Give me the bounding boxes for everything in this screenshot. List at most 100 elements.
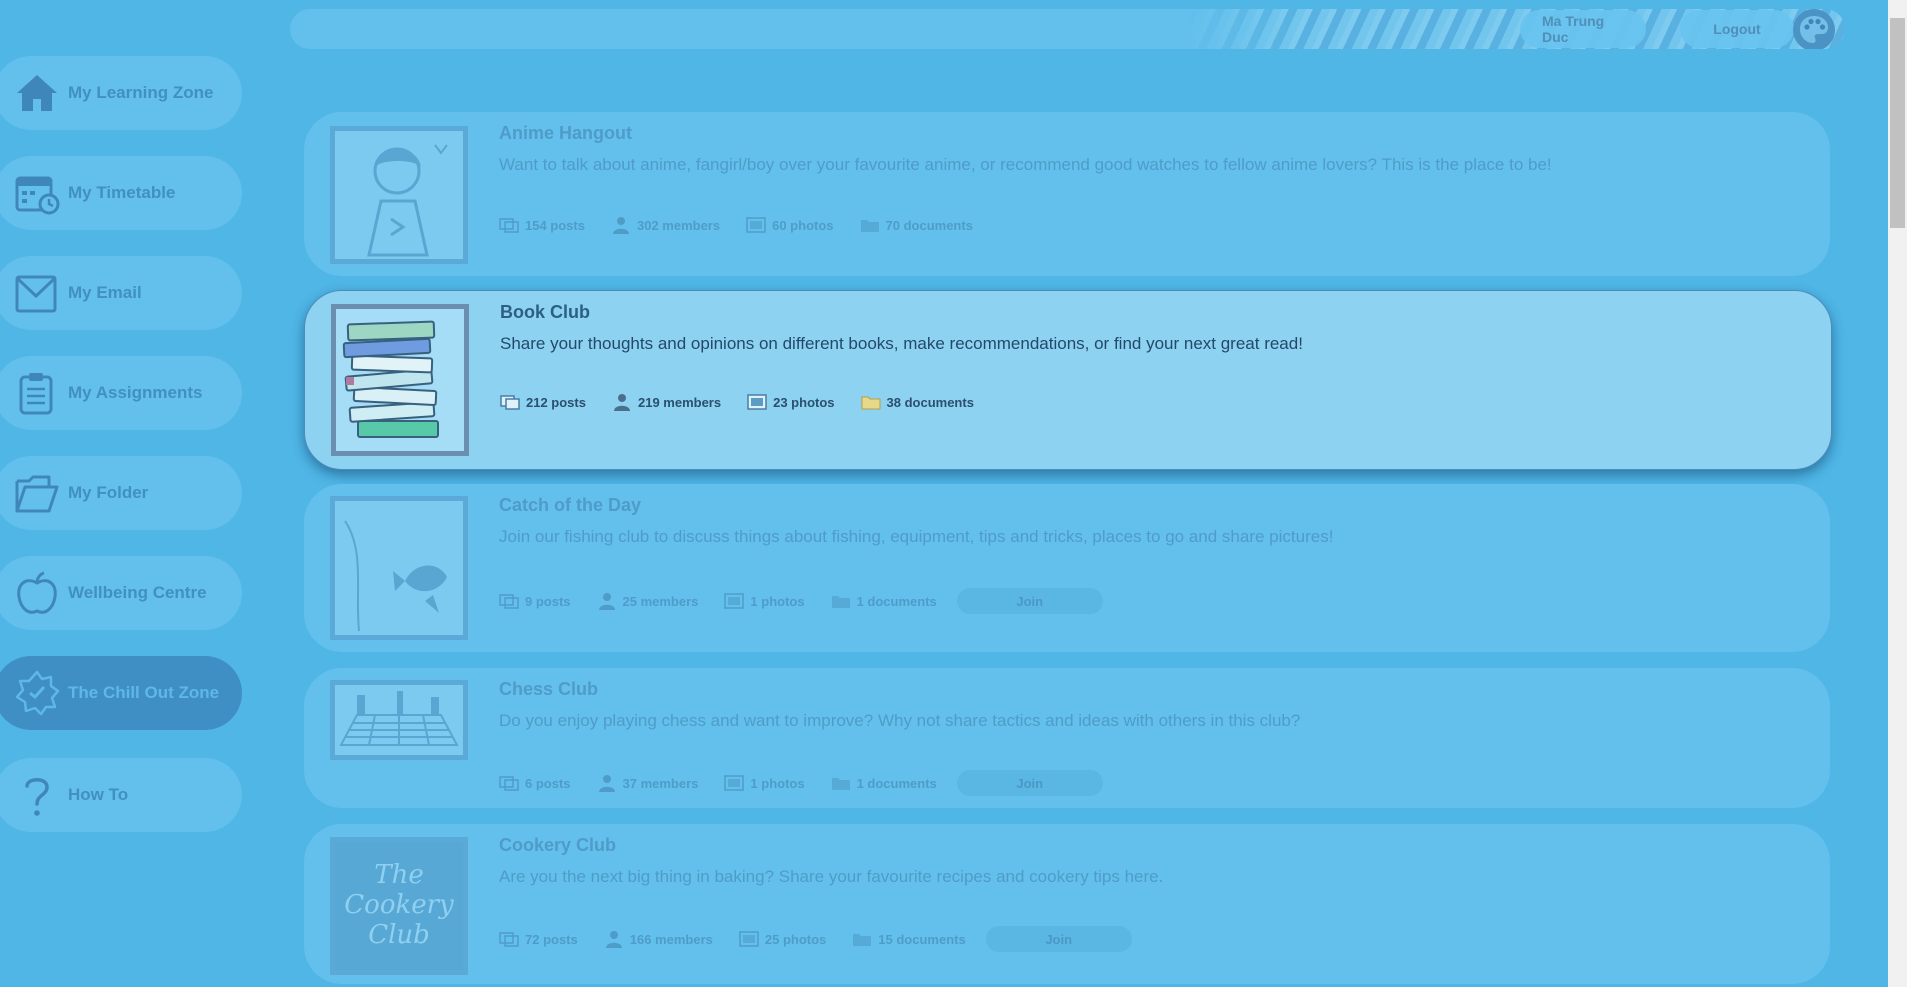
group-stats: 72 posts 166 members 25 photos 15 docume… (499, 926, 1132, 952)
photos-count: 23 photos (773, 394, 835, 410)
sidebar-item-wellbeing-centre[interactable]: Wellbeing Centre (0, 556, 242, 630)
photos-stat: 60 photos (746, 216, 834, 234)
photos-count: 1 photos (750, 775, 805, 791)
join-button[interactable]: Join (956, 588, 1103, 614)
home-icon (10, 66, 64, 120)
photos-stat: 25 photos (739, 930, 826, 948)
photos-count: 60 photos (772, 217, 834, 233)
documents-count: 1 documents (856, 593, 937, 609)
posts-icon (499, 218, 519, 233)
members-count: 166 members (629, 931, 713, 947)
user-name-button[interactable]: Ma Trung Duc (1520, 10, 1646, 48)
scrollbar-track[interactable] (1888, 0, 1907, 987)
join-button[interactable]: Join (985, 926, 1132, 952)
members-count: 219 members (637, 394, 722, 410)
documents-stat: 38 documents (861, 393, 974, 411)
posts-icon (499, 932, 519, 947)
person-icon (613, 394, 630, 411)
photo-icon (739, 931, 759, 947)
members-stat: 37 members (597, 774, 698, 792)
sidebar-item-my-email[interactable]: My Email (0, 256, 242, 330)
folder-icon (10, 466, 64, 520)
photos-stat: 23 photos (747, 393, 835, 411)
group-card[interactable]: Anime Hangout Want to talk about anime, … (304, 112, 1830, 276)
document-folder-icon (831, 596, 850, 608)
members-stat: 166 members (604, 930, 713, 948)
members-stat: 219 members (612, 393, 721, 411)
thumb-text: The (374, 860, 424, 891)
photo-icon (724, 775, 745, 791)
posts-count: 72 posts (525, 931, 578, 947)
logout-button[interactable]: Logout (1680, 10, 1794, 48)
group-description: Are you the next big thing in baking? Sh… (499, 867, 1164, 886)
document-folder-icon (853, 934, 872, 946)
scrollbar-thumb[interactable] (1890, 18, 1905, 228)
sidebar-item-how-to[interactable]: How To (0, 758, 242, 832)
group-description: Join our fishing club to discuss things … (499, 527, 1334, 546)
group-card[interactable]: Chess Club Do you enjoy playing chess an… (304, 668, 1830, 808)
envelope-icon (10, 266, 64, 320)
posts-count: 6 posts (525, 775, 571, 791)
group-stats: 6 posts 37 members 1 photos 1 documents … (499, 770, 1103, 796)
sidebar-item-the-chill-out-zone[interactable]: The Chill Out Zone (0, 656, 242, 730)
photos-stat: 1 photos (724, 592, 805, 610)
group-card[interactable]: Book Club Share your thoughts and opinio… (304, 290, 1832, 470)
sidebar-item-my-folder[interactable]: My Folder (0, 456, 242, 530)
group-title[interactable]: Book Club (500, 302, 590, 323)
sidebar-item-label: My Assignments (68, 383, 203, 402)
sidebar-item-my-timetable[interactable]: My Timetable (0, 156, 242, 230)
thumb-text: Cookery (344, 890, 454, 921)
person-icon (612, 217, 629, 234)
sidebar-item-label: My Folder (68, 483, 149, 502)
clipboard-icon (10, 366, 64, 420)
person-icon (598, 593, 615, 610)
document-folder-icon (861, 396, 881, 410)
photos-count: 1 photos (750, 593, 805, 609)
group-description: Want to talk about anime, fangirl/boy ov… (499, 155, 1552, 174)
sidebar-item-my-assignments[interactable]: My Assignments (0, 356, 242, 430)
members-count: 302 members (636, 217, 721, 233)
posts-stat: 9 posts (499, 592, 571, 610)
posts-icon (499, 594, 519, 609)
thumb-text: Club (368, 919, 430, 950)
photo-icon (747, 394, 767, 410)
sidebar-item-label: The Chill Out Zone (68, 683, 220, 702)
documents-count: 15 documents (878, 931, 966, 947)
photos-count: 25 photos (764, 931, 827, 947)
sidebar-item-label: My Learning Zone (68, 83, 214, 102)
group-card[interactable]: The Cookery Club Cookery Club Are you th… (304, 824, 1830, 984)
sidebar-item-label: My Timetable (68, 183, 176, 202)
members-stat: 302 members (611, 216, 720, 234)
calendar-clock-icon (10, 166, 64, 220)
photo-icon (724, 593, 745, 609)
sidebar-nav: My Learning Zone My Timetable My Email M… (0, 0, 245, 987)
group-title[interactable]: Chess Club (499, 679, 598, 700)
documents-stat: 70 documents (860, 216, 973, 234)
palette-icon[interactable] (1793, 9, 1835, 49)
members-stat: 25 members (597, 592, 698, 610)
documents-stat: 1 documents (831, 592, 937, 610)
documents-count: 70 documents (885, 217, 973, 233)
documents-count: 38 documents (886, 394, 974, 410)
person-icon (598, 775, 615, 792)
photos-stat: 1 photos (724, 774, 805, 792)
document-folder-icon (860, 220, 879, 232)
posts-count: 212 posts (526, 394, 586, 410)
posts-icon (499, 776, 519, 791)
posts-stat: 72 posts (499, 930, 578, 948)
photo-icon (746, 217, 766, 233)
documents-stat: 1 documents (831, 774, 937, 792)
group-title[interactable]: Cookery Club (499, 835, 616, 856)
documents-stat: 15 documents (852, 930, 966, 948)
sidebar-item-label: Wellbeing Centre (68, 583, 207, 602)
posts-count: 154 posts (525, 217, 585, 233)
group-stats: 212 posts 219 members 23 photos 38 docum… (500, 393, 1000, 411)
group-thumbnail (330, 680, 468, 760)
group-title[interactable]: Catch of the Day (499, 495, 641, 516)
group-card[interactable]: Catch of the Day Join our fishing club t… (304, 484, 1830, 652)
group-thumbnail (330, 496, 468, 640)
sidebar-item-my-learning-zone[interactable]: My Learning Zone (0, 56, 242, 130)
join-button[interactable]: Join (956, 770, 1103, 796)
posts-stat: 154 posts (499, 216, 585, 234)
group-title[interactable]: Anime Hangout (499, 123, 632, 144)
